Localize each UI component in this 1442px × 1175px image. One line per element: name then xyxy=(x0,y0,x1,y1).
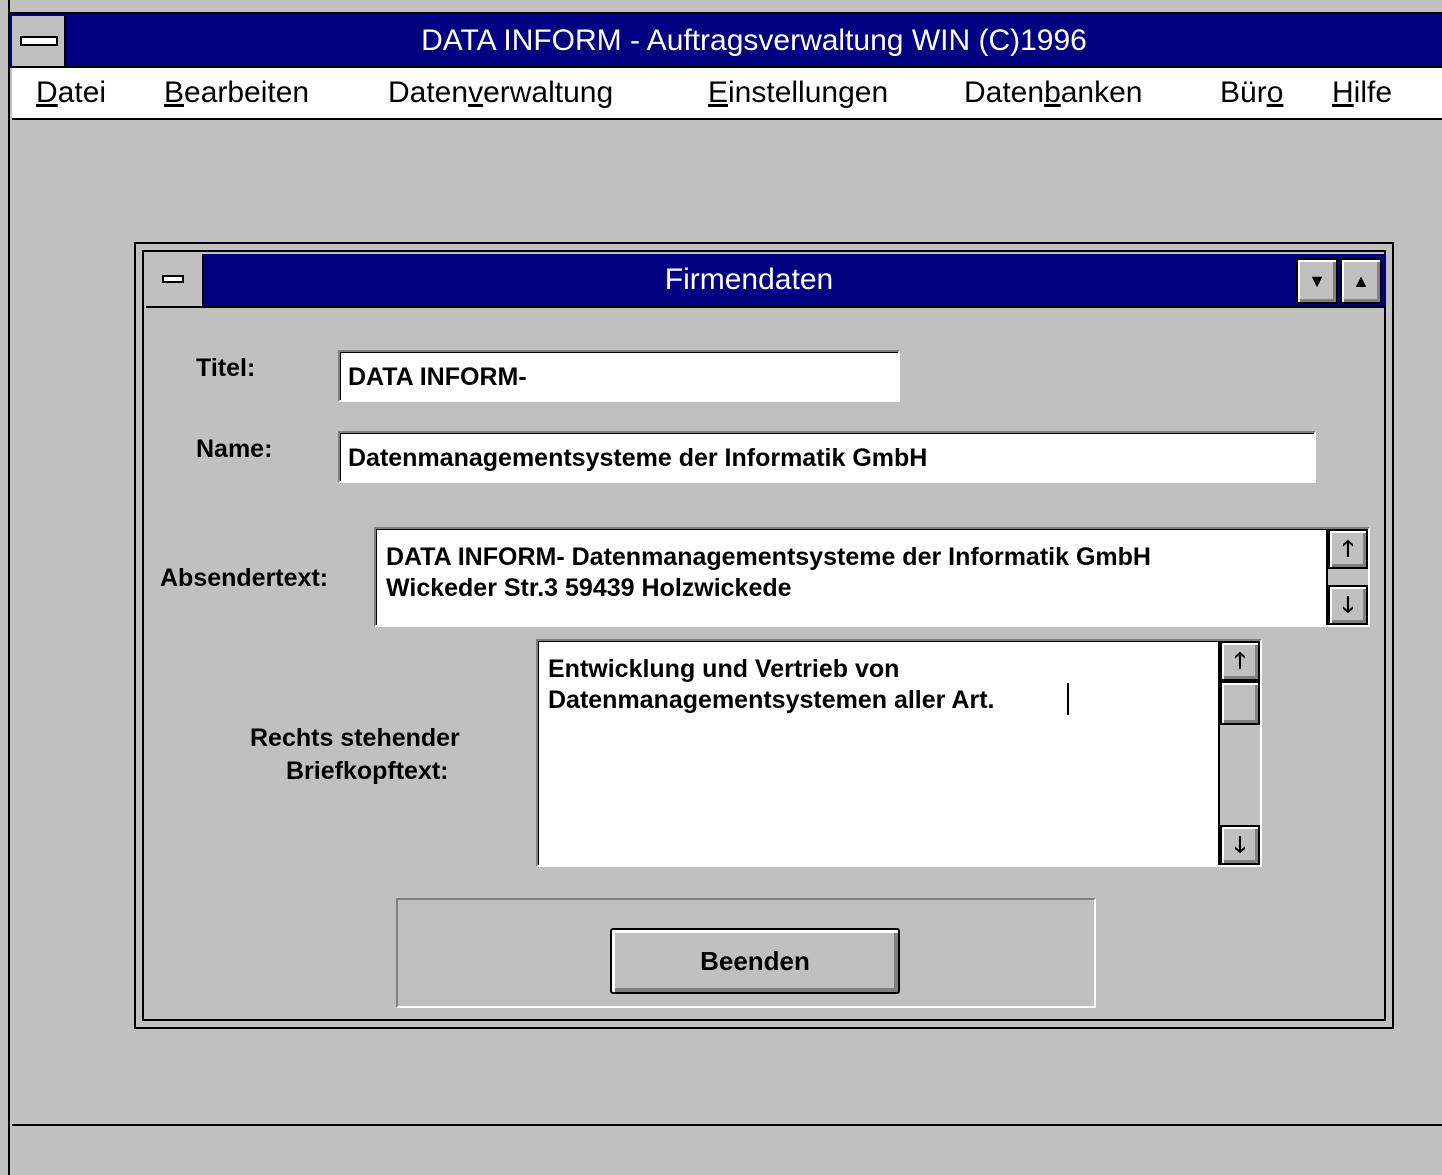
window-left-border xyxy=(0,0,10,1175)
minimize-button[interactable]: ▼ xyxy=(1296,258,1338,304)
menu-bearbeiten[interactable]: Bearbeiten xyxy=(164,68,309,118)
arrow-up-icon: 🡑 xyxy=(1234,648,1246,673)
menu-einstellungen[interactable]: Einstellungen xyxy=(708,68,888,118)
arrow-down-icon: 🡓 xyxy=(1234,832,1246,857)
beenden-button[interactable]: Beenden xyxy=(610,928,900,994)
menu-bar: Datei Bearbeiten Datenverwaltung Einstel… xyxy=(12,68,1442,120)
briefkopftext-line: Entwicklung und Vertrieb von xyxy=(548,655,900,683)
scroll-up-button[interactable]: 🡑 xyxy=(1328,529,1368,569)
system-menu-button[interactable] xyxy=(12,16,66,66)
child-system-menu-button[interactable] xyxy=(146,254,204,308)
titel-label: Titel: xyxy=(196,354,256,382)
text-caret xyxy=(1067,683,1069,715)
firmendaten-title: Firmendaten xyxy=(664,263,834,296)
arrow-down-icon: 🡓 xyxy=(1342,592,1354,617)
menu-datei[interactable]: Datei xyxy=(36,68,106,118)
scroll-up-button[interactable]: 🡑 xyxy=(1220,641,1260,681)
briefkopftext-field[interactable]: Entwicklung und Vertrieb von Datenmanage… xyxy=(536,639,1262,867)
scroll-thumb[interactable] xyxy=(1220,681,1260,725)
status-bar xyxy=(12,1124,1442,1175)
name-label: Name: xyxy=(196,435,273,463)
briefkopftext-line: Datenmanagementsystemen aller Art. xyxy=(548,686,995,714)
arrow-up-icon: 🡑 xyxy=(1342,536,1354,561)
absendertext-field[interactable]: DATA INFORM- Datenmanagementsysteme der … xyxy=(374,527,1370,627)
application-window: DATA INFORM - Auftragsverwaltung WIN (C)… xyxy=(0,0,1442,1175)
name-field[interactable]: Datenmanagementsysteme der Informatik Gm… xyxy=(338,431,1316,483)
briefkopf-label-line1: Rechts stehender xyxy=(250,724,460,752)
minimize-icon: ▼ xyxy=(1308,271,1326,291)
briefkopf-label-line2: Briefkopftext: xyxy=(286,757,449,785)
menu-datenbanken[interactable]: Datenbanken xyxy=(964,68,1143,118)
menu-datenverwaltung[interactable]: Datenverwaltung xyxy=(388,68,613,118)
absendertext-label: Absendertext: xyxy=(160,564,329,592)
menu-hilfe[interactable]: Hilfe xyxy=(1332,68,1392,118)
absendertext-line: Wickeder Str.3 59439 Holzwickede xyxy=(386,574,792,602)
child-system-menu-icon xyxy=(162,275,184,283)
system-menu-icon xyxy=(20,36,58,46)
maximize-icon: ▲ xyxy=(1352,271,1370,291)
maximize-button[interactable]: ▲ xyxy=(1340,258,1382,304)
absendertext-line: DATA INFORM- Datenmanagementsysteme der … xyxy=(386,543,1151,571)
scroll-down-button[interactable]: 🡓 xyxy=(1328,585,1368,625)
titel-value: DATA INFORM- xyxy=(348,363,527,391)
absendertext-scrollbar[interactable]: 🡑 🡓 xyxy=(1326,529,1368,625)
briefkopftext-scrollbar[interactable]: 🡑 🡓 xyxy=(1218,641,1260,865)
scroll-down-button[interactable]: 🡓 xyxy=(1220,825,1260,865)
menu-buero[interactable]: Büro xyxy=(1220,68,1283,118)
name-value: Datenmanagementsysteme der Informatik Gm… xyxy=(348,444,928,472)
firmendaten-title-bar[interactable]: Firmendaten ▼ ▲ xyxy=(204,254,1386,308)
window-top-border xyxy=(0,0,1442,14)
titel-field[interactable]: DATA INFORM- xyxy=(338,350,900,402)
app-title: DATA INFORM - Auftragsverwaltung WIN (C)… xyxy=(421,24,1087,57)
